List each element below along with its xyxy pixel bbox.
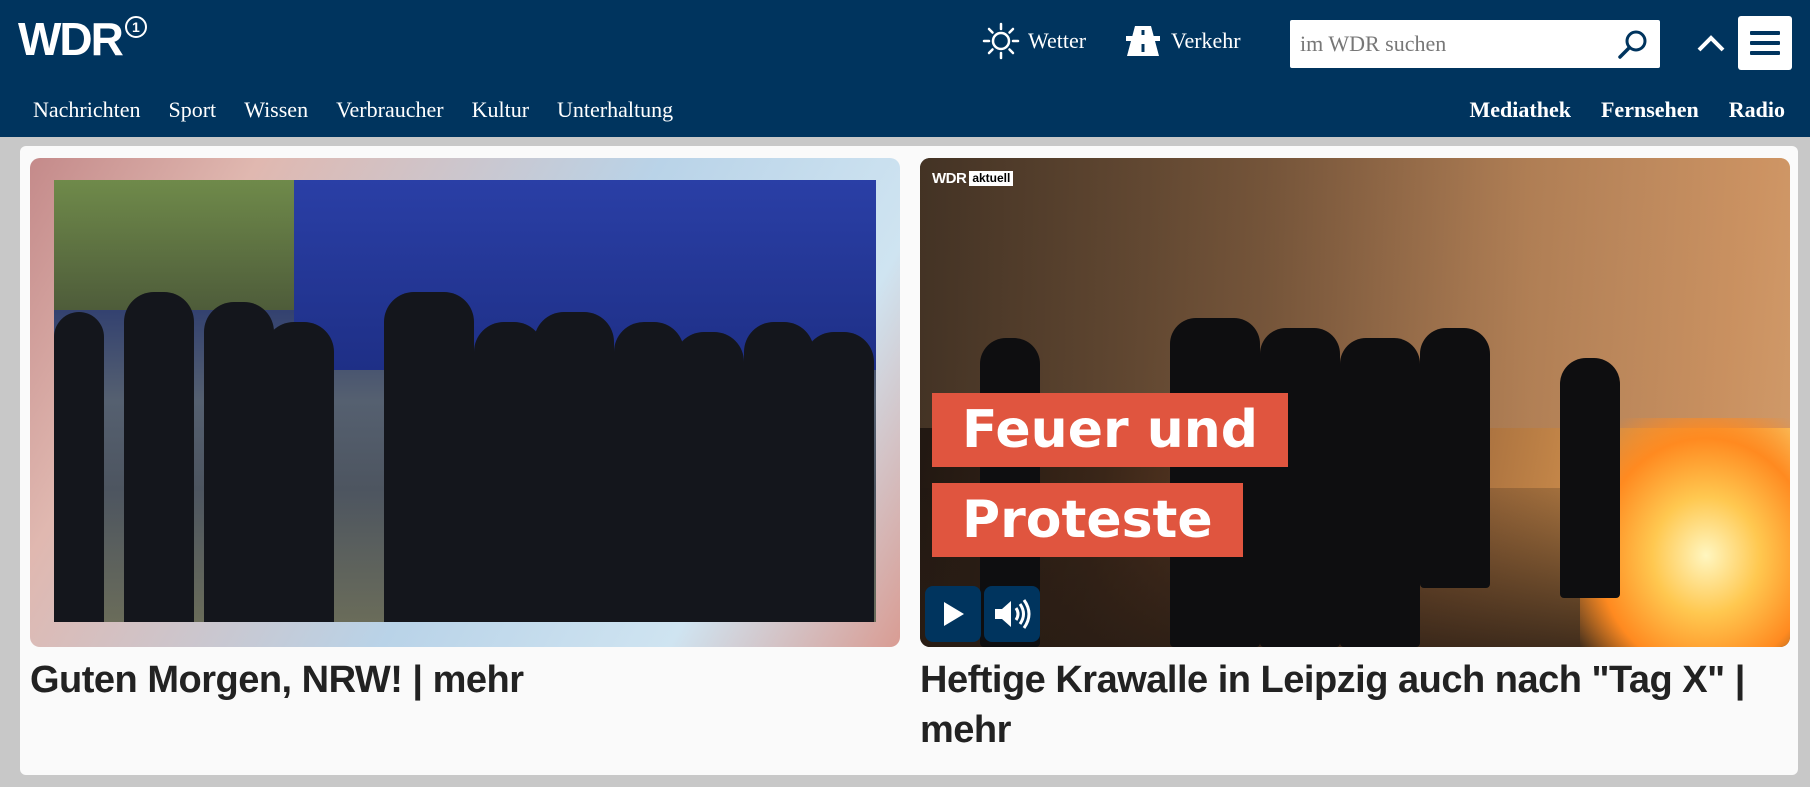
nav-item-mediathek[interactable]: Mediathek [1470, 97, 1571, 123]
chevron-up-icon[interactable] [1695, 30, 1727, 58]
nav-item-fernsehen[interactable]: Fernsehen [1601, 97, 1699, 123]
content-area: Guten Morgen, NRW! | mehr WDR aktuell Fe… [20, 146, 1798, 775]
nav-item-wissen[interactable]: Wissen [244, 97, 308, 123]
nav-item-nachrichten[interactable]: Nachrichten [33, 97, 141, 123]
menu-bar [1750, 31, 1780, 35]
play-icon [944, 602, 964, 626]
traffic-link[interactable]: Verkehr [1123, 22, 1241, 60]
nav-item-sport[interactable]: Sport [169, 97, 217, 123]
menu-bar [1750, 41, 1780, 45]
logo-mark: 1 [124, 16, 147, 38]
teaser-image[interactable] [30, 158, 900, 647]
play-button[interactable] [925, 586, 981, 642]
nav-item-radio[interactable]: Radio [1729, 97, 1785, 123]
teaser-headline[interactable]: Heftige Krawalle in Leipzig auch nach "T… [920, 655, 1790, 755]
nav-item-verbraucher[interactable]: Verbraucher [336, 97, 444, 123]
photo-figure [384, 292, 474, 622]
weather-link[interactable]: Wetter [982, 22, 1086, 60]
secondary-nav: Mediathek Fernsehen Radio [1440, 97, 1785, 123]
road-icon [1126, 26, 1160, 56]
photo-figure [124, 292, 194, 622]
logo-text: WDR [18, 13, 124, 65]
badge-brand: WDR [932, 170, 967, 187]
teaser-card[interactable]: Guten Morgen, NRW! | mehr [30, 158, 900, 705]
search-input[interactable] [1300, 20, 1600, 68]
video-player[interactable]: WDR aktuell Feuer und Proteste [920, 158, 1790, 647]
teaser-headline[interactable]: Guten Morgen, NRW! | mehr [30, 655, 900, 705]
photo-figure [264, 322, 334, 622]
video-figure [1260, 328, 1340, 647]
menu-bar [1750, 51, 1780, 55]
traffic-label: Verkehr [1171, 28, 1241, 53]
police-photo [54, 180, 876, 622]
search-icon[interactable] [1616, 28, 1650, 62]
nav-item-unterhaltung[interactable]: Unterhaltung [557, 97, 673, 123]
sound-button[interactable] [984, 586, 1040, 642]
video-figure [1340, 338, 1420, 647]
video-figure [1560, 358, 1620, 598]
wdr-aktuell-badge: WDR aktuell [932, 170, 1014, 187]
speaker-icon [995, 599, 1031, 629]
sun-icon [982, 22, 1020, 60]
video-figure [1420, 328, 1490, 588]
video-overlay-title: Proteste [932, 483, 1243, 557]
search-box [1290, 20, 1660, 68]
teaser-card[interactable]: WDR aktuell Feuer und Proteste Heftige K… [920, 158, 1790, 755]
wdr-logo[interactable]: WDR 1 [18, 16, 147, 64]
badge-label: aktuell [969, 171, 1014, 186]
site-header: WDR 1 Wetter Verkehr im WDR suchen Nachr… [0, 0, 1810, 137]
photo-figure [534, 312, 614, 622]
main-nav: Nachrichten Sport Wissen Verbraucher Kul… [33, 97, 701, 123]
photo-figure [804, 332, 874, 622]
video-overlay-title: Feuer und [932, 393, 1288, 467]
weather-label: Wetter [1028, 28, 1087, 53]
photo-crowd [54, 180, 294, 310]
nav-item-kultur[interactable]: Kultur [472, 97, 529, 123]
photo-figure [674, 332, 744, 622]
photo-figure [54, 312, 104, 622]
hamburger-menu-icon[interactable] [1738, 16, 1792, 70]
